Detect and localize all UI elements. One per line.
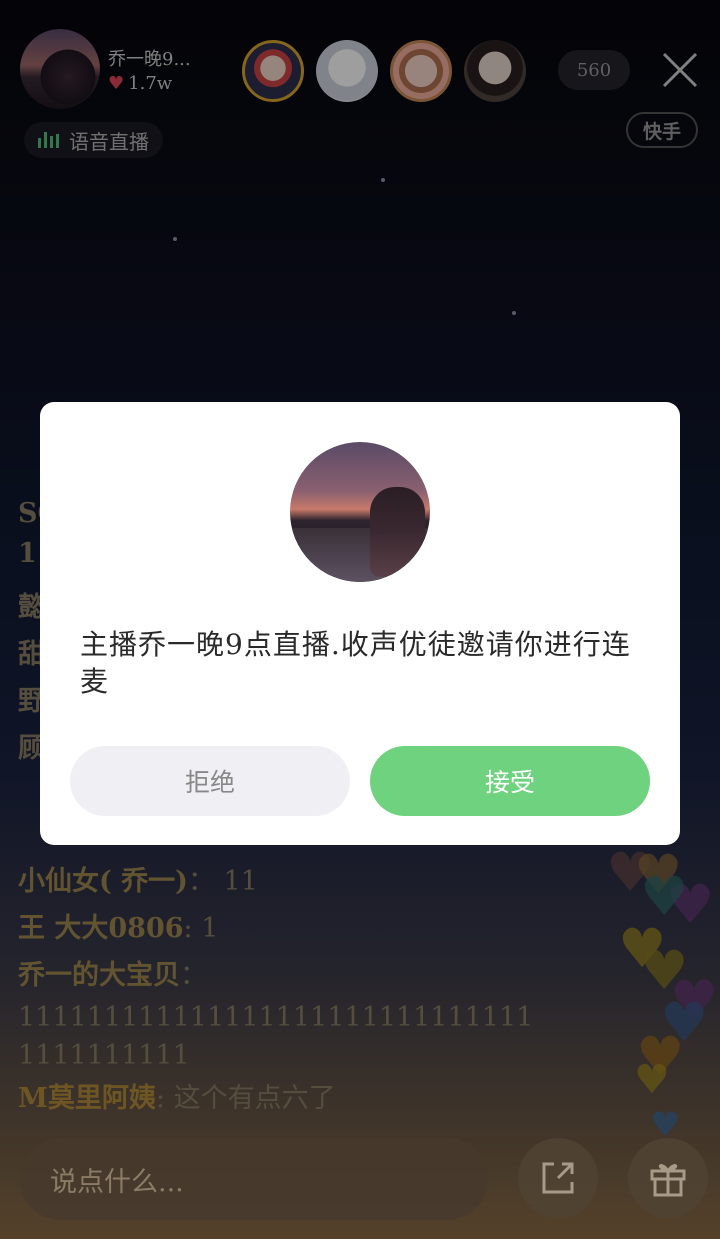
accept-button[interactable]: 接受 bbox=[370, 746, 650, 816]
comment-placeholder: 说点什么... bbox=[50, 1166, 184, 1198]
comment-input[interactable]: 说点什么... bbox=[20, 1138, 488, 1220]
gift-button[interactable] bbox=[628, 1138, 708, 1218]
co-host-invite-dialog: 主播乔一晚9点直播.收声优徒邀请你进行连麦 拒绝 接受 bbox=[40, 402, 680, 845]
share-button[interactable] bbox=[518, 1138, 598, 1218]
share-icon bbox=[542, 1162, 574, 1194]
gift-icon bbox=[650, 1164, 686, 1197]
invite-message: 主播乔一晚9点直播.收声优徒邀请你进行连麦 bbox=[80, 628, 631, 698]
reject-button[interactable]: 拒绝 bbox=[70, 746, 350, 816]
inviter-avatar bbox=[290, 442, 430, 582]
